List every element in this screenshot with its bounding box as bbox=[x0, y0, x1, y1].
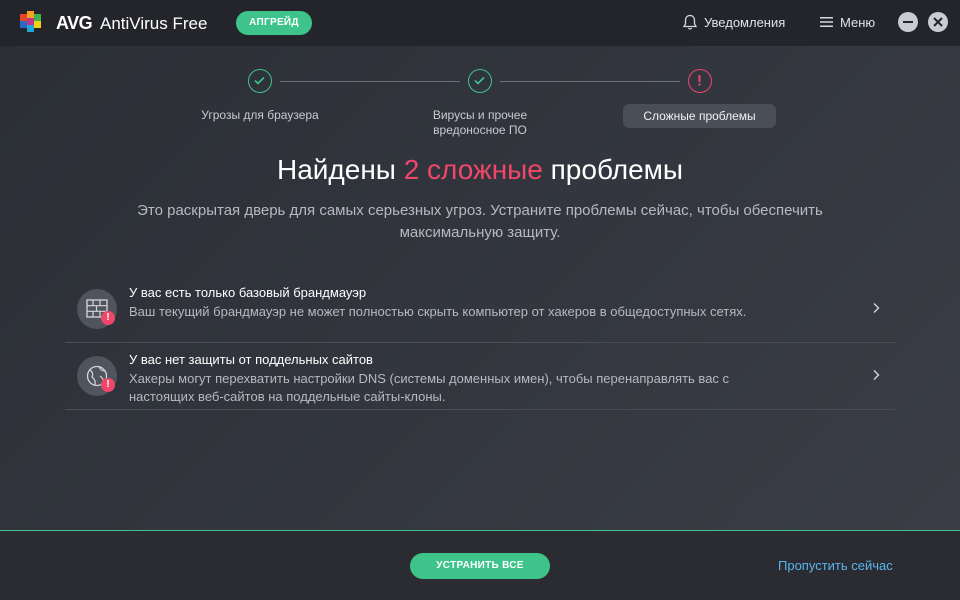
skip-now-link[interactable]: Пропустить сейчас bbox=[778, 558, 893, 573]
step-label-complex-problems: Сложные проблемы bbox=[623, 104, 776, 128]
menu-label: Меню bbox=[840, 15, 876, 30]
close-button[interactable] bbox=[928, 12, 948, 32]
title-highlight: 2 сложные bbox=[403, 154, 543, 185]
issue-title: У вас есть только базовый брандмауэр bbox=[129, 285, 367, 300]
step-label-browser-threats: Угрозы для браузера bbox=[201, 108, 319, 122]
upgrade-button[interactable]: АПГРЕЙД bbox=[236, 11, 312, 35]
title-suffix: проблемы bbox=[542, 154, 684, 185]
exclamation-icon bbox=[698, 75, 701, 86]
minimize-icon bbox=[903, 21, 913, 23]
issue-description: Хакеры могут перехватить настройки DNS (… bbox=[129, 371, 730, 404]
step-label-viruses: Вирусы и прочее вредоносное ПО bbox=[432, 108, 528, 137]
step-3-alert-indicator bbox=[688, 69, 712, 93]
title-prefix: Найдены bbox=[276, 154, 404, 185]
brand-name: AVG bbox=[56, 13, 93, 33]
close-icon bbox=[933, 17, 943, 27]
title-bar: AVG AntiVirus Free АПГРЕЙД Уведомления М… bbox=[0, 0, 960, 46]
product-name: AntiVirus Free bbox=[100, 14, 208, 33]
avg-logo-icon bbox=[20, 11, 41, 32]
issue-title: У вас нет защиты от поддельных сайтов bbox=[129, 352, 373, 367]
chevron-right-icon[interactable] bbox=[871, 369, 881, 381]
checkmark-icon bbox=[254, 76, 265, 85]
page-subtitle: Это раскрытая дверь для самых серьезных … bbox=[137, 202, 823, 241]
minimize-button[interactable] bbox=[898, 12, 918, 32]
page-title: Найдены 2 сложные проблемы bbox=[0, 154, 960, 186]
step-connector bbox=[500, 81, 680, 82]
issue-description: Ваш текущий брандмауэр не может полность… bbox=[129, 304, 747, 319]
step-2-done-indicator bbox=[468, 69, 492, 93]
issue-row-fake-sites[interactable]: ! У вас нет защиты от поддельных сайтов … bbox=[65, 343, 895, 410]
chevron-right-icon[interactable] bbox=[871, 302, 881, 314]
step-1-done-indicator bbox=[248, 69, 272, 93]
alert-badge-icon: ! bbox=[101, 378, 115, 392]
bell-icon bbox=[682, 14, 698, 30]
hamburger-icon bbox=[820, 17, 833, 27]
footer-bar: УСТРАНИТЬ ВСЕ Пропустить сейчас bbox=[0, 531, 960, 600]
issue-row-firewall[interactable]: ! У вас есть только базовый брандмауэр В… bbox=[65, 276, 895, 343]
alert-badge-icon: ! bbox=[101, 311, 115, 325]
step-connector bbox=[280, 81, 460, 82]
fix-all-button[interactable]: УСТРАНИТЬ ВСЕ bbox=[410, 553, 550, 579]
checkmark-icon bbox=[474, 76, 485, 85]
notifications-label: Уведомления bbox=[704, 15, 786, 30]
